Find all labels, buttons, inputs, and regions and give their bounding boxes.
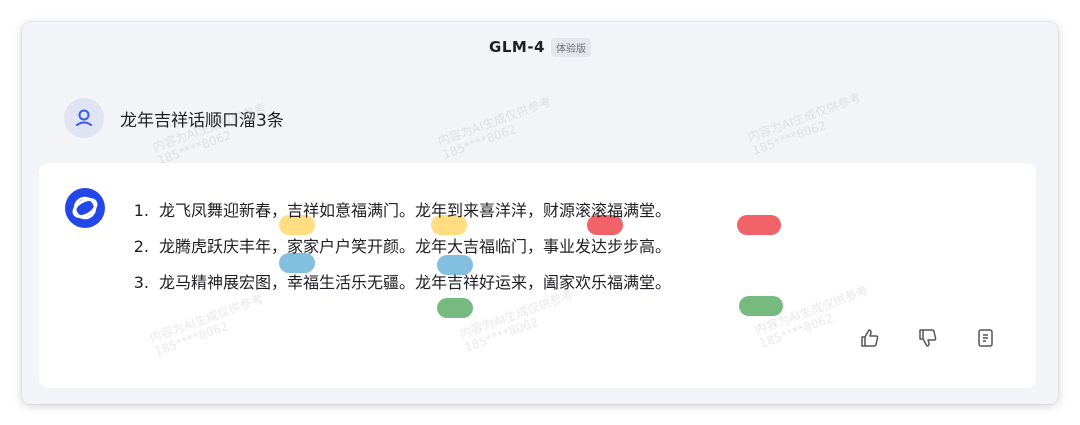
user-icon (76, 109, 92, 126)
watermark-line2: 185****8062 (750, 117, 829, 158)
list-item-text: 龙马精神展宏图，幸福生活乐无疆。龙年吉祥好运来，阖家欢乐福满堂。 (159, 273, 672, 292)
answer-card: 1. 龙飞凤舞迎新春，吉祥如意福满门。龙年到来喜洋洋，财源滚滚福满堂。 2. 龙… (39, 163, 1036, 388)
dislike-button[interactable] (916, 326, 940, 350)
list-number: 1. (133, 201, 149, 220)
version-badge: 体验版 (550, 37, 591, 57)
list-item: 1. 龙飞凤舞迎新春，吉祥如意福满门。龙年到来喜洋洋，财源滚滚福满堂。 (131, 193, 671, 229)
bot-avatar (65, 188, 105, 228)
list-number: 3. (133, 273, 149, 292)
model-name[interactable]: GLM-4 (489, 38, 545, 56)
user-message: 龙年吉祥话顺口溜3条 (64, 98, 284, 138)
watermark-line1: 内容为AI生成仅供参考 (435, 94, 554, 149)
answer-list: 1. 龙飞凤舞迎新春，吉祥如意福满门。龙年到来喜洋洋，财源滚滚福满堂。 2. 龙… (131, 193, 671, 301)
watermark-line1: 内容为AI生成仅供参考 (745, 90, 864, 145)
copy-button[interactable] (974, 326, 998, 350)
watermark: 内容为AI生成仅供参考 185****8062 (148, 291, 270, 358)
watermark-line2: 185****8062 (440, 121, 519, 162)
thumbs-down-icon (919, 329, 937, 347)
highlight-mark (737, 215, 781, 235)
user-avatar (64, 98, 104, 138)
list-item: 3. 龙马精神展宏图，幸福生活乐无疆。龙年吉祥好运来，阖家欢乐福满堂。 (131, 265, 671, 301)
list-item-text: 龙腾虎跃庆丰年，家家户户笑开颜。龙年大吉福临门，事业发达步步高。 (159, 237, 672, 256)
message-actions (858, 326, 998, 350)
watermark: 内容为AI生成仅供参考 185****8062 (436, 94, 558, 161)
list-number: 2. (133, 237, 149, 256)
list-item-text: 龙飞凤舞迎新春，吉祥如意福满门。龙年到来喜洋洋，财源滚滚福满堂。 (159, 201, 672, 220)
app-window: GLM-4 体验版 内容为AI生成仅供参考 185****8062 内容为AI生成… (22, 22, 1058, 404)
like-button[interactable] (858, 326, 882, 350)
watermark: 内容为AI生成仅供参考 185****8062 (753, 283, 875, 350)
copy-icon (978, 329, 993, 347)
highlight-mark (437, 298, 473, 318)
glm-logo-icon (65, 188, 105, 228)
user-message-text: 龙年吉祥话顺口溜3条 (120, 110, 284, 131)
watermark-line2: 185****8062 (152, 318, 231, 359)
watermark-line2: 185****8062 (462, 314, 541, 355)
top-bar: GLM-4 体验版 (22, 32, 1058, 62)
thumbs-up-icon (861, 329, 879, 347)
highlight-mark (739, 296, 783, 316)
list-item: 2. 龙腾虎跃庆丰年，家家户户笑开颜。龙年大吉福临门，事业发达步步高。 (131, 229, 671, 265)
watermark: 内容为AI生成仅供参考 185****8062 (746, 90, 868, 157)
